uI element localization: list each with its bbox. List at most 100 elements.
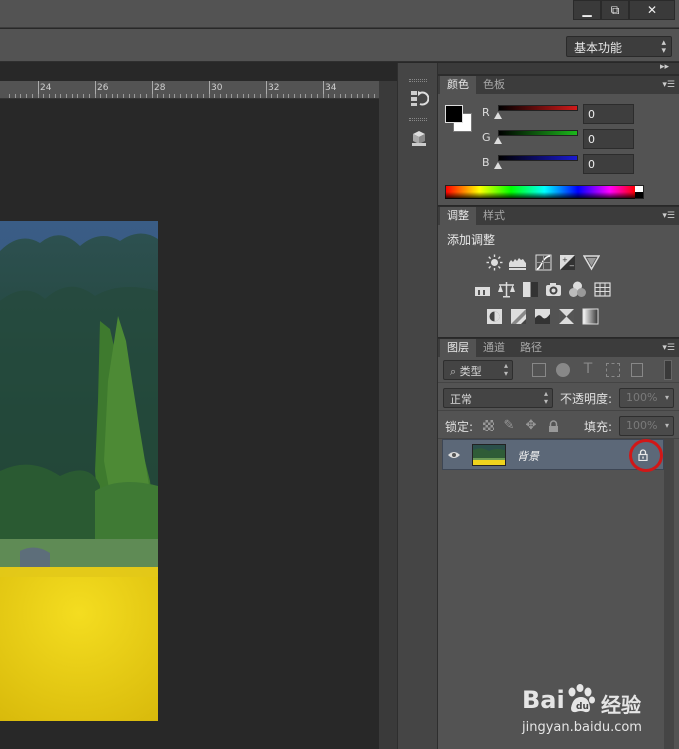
tab-color[interactable]: 颜色 [440, 76, 476, 94]
ruler-minor-tick [351, 94, 352, 98]
svg-text:du: du [576, 702, 589, 712]
lock-all-icon[interactable] [546, 417, 560, 435]
foreground-color-swatch[interactable] [445, 105, 463, 123]
blue-slider-thumb[interactable] [494, 162, 502, 169]
ruler-minor-tick [9, 94, 10, 98]
minimize-button[interactable]: ▁ [573, 0, 601, 20]
restore-button[interactable]: ⧉ [601, 0, 629, 20]
layer-row-background[interactable]: 背景 [442, 439, 664, 472]
ruler-minor-tick [237, 94, 238, 98]
ruler-minor-tick [60, 94, 62, 98]
ruler-minor-tick [305, 94, 307, 98]
blend-mode-select[interactable]: 正常 ▴ ▾ [443, 388, 553, 408]
lock-transparency-icon[interactable] [483, 420, 494, 431]
workspace-select[interactable]: 基本功能 ▴ ▾ [566, 36, 672, 57]
layer-filter-select[interactable]: ⌕ 类型 ▴ ▾ [443, 360, 513, 380]
filter-shape-icon[interactable] [606, 363, 620, 377]
color-balance-icon[interactable] [497, 281, 516, 298]
canvas-scrollbar[interactable] [379, 81, 397, 749]
ruler-minor-tick [105, 94, 107, 98]
ruler-minor-tick [48, 94, 50, 98]
green-slider-thumb[interactable] [494, 137, 502, 144]
ruler-minor-tick [151, 94, 153, 98]
green-value-field[interactable]: 0 [583, 129, 634, 149]
restore-icon: ⧉ [610, 2, 620, 17]
posterize-icon[interactable] [509, 308, 528, 325]
ruler-minor-tick [259, 94, 261, 98]
filter-type-icon[interactable]: T [581, 360, 595, 378]
layer-name[interactable]: 背景 [517, 448, 539, 464]
brightness-contrast-icon[interactable] [485, 254, 504, 271]
gradient-map-icon[interactable] [581, 308, 600, 325]
ruler-minor-tick [288, 94, 290, 98]
fill-field[interactable]: 100% ▾ [619, 416, 674, 436]
canvas-photo[interactable] [0, 221, 158, 721]
collapse-right-icon[interactable]: ▸▸ [660, 62, 669, 72]
ruler-label: 24 [40, 83, 52, 93]
layer-thumbnail [472, 444, 506, 466]
blue-value-field[interactable]: 0 [583, 154, 634, 174]
tab-styles[interactable]: 样式 [476, 207, 512, 225]
layer-filter-row: ⌕ 类型 ▴ ▾ T [438, 357, 679, 383]
history-panel-button[interactable] [405, 86, 432, 110]
invert-icon[interactable] [485, 308, 504, 325]
panel-icon-strip [397, 63, 438, 749]
eye-icon[interactable] [446, 447, 462, 463]
strip-grip[interactable] [409, 118, 427, 121]
chevron-down-icon: ▾ [664, 393, 669, 402]
ruler-minor-tick [242, 94, 244, 98]
vibrance-icon[interactable] [582, 254, 601, 271]
ruler-minor-tick [157, 94, 159, 98]
properties-panel-button[interactable] [405, 126, 432, 150]
tab-adjustments[interactable]: 调整 [440, 207, 476, 225]
ruler-minor-tick [14, 94, 16, 98]
ruler-minor-tick [145, 94, 147, 98]
panel-menu-icon[interactable]: ▾☰ [662, 343, 675, 353]
ruler-minor-tick [311, 94, 313, 98]
panel-collapse-bar[interactable]: ◂◂ ▸▸ [397, 62, 679, 75]
ruler-label: 32 [268, 83, 280, 93]
close-button[interactable]: ✕ [629, 0, 675, 20]
watermark-brand: Bai [522, 686, 565, 714]
filter-adjustment-icon[interactable] [556, 363, 570, 377]
ruler-minor-tick [88, 94, 90, 98]
lock-position-icon[interactable]: ✥ [524, 416, 538, 434]
panel-menu-icon[interactable]: ▾☰ [662, 80, 675, 90]
blend-opacity-row: 正常 ▴ ▾ 不透明度: 100% ▾ [438, 385, 679, 411]
hue-saturation-icon[interactable] [473, 281, 492, 298]
red-value-field[interactable]: 0 [583, 104, 634, 124]
ruler-minor-tick [339, 94, 341, 98]
opacity-field[interactable]: 100% ▾ [619, 388, 674, 408]
tab-channels[interactable]: 通道 [476, 339, 512, 357]
ruler-minor-tick [77, 94, 79, 98]
ruler-minor-tick [225, 94, 227, 98]
filter-pixel-icon[interactable] [532, 363, 546, 377]
selective-color-icon[interactable] [557, 308, 576, 325]
tab-paths[interactable]: 路径 [513, 339, 549, 357]
channel-mixer-icon[interactable] [568, 281, 587, 298]
red-slider[interactable] [498, 105, 578, 111]
levels-icon[interactable] [508, 254, 527, 271]
landscape-image [0, 221, 158, 721]
threshold-icon[interactable] [533, 308, 552, 325]
panel-menu-icon[interactable]: ▾☰ [662, 211, 675, 221]
updown-arrow-icon: ▴ ▾ [661, 38, 666, 56]
green-slider[interactable] [498, 130, 578, 136]
tab-layers[interactable]: 图层 [440, 339, 476, 357]
black-white-icon[interactable] [521, 281, 540, 298]
exposure-icon[interactable]: + − [558, 254, 577, 271]
tab-swatches[interactable]: 色板 [476, 76, 512, 94]
color-lookup-icon[interactable] [593, 281, 612, 298]
blue-slider[interactable] [498, 155, 578, 161]
photo-filter-icon[interactable] [544, 281, 563, 298]
filter-toggle-switch[interactable] [664, 360, 672, 380]
curves-icon[interactable] [534, 254, 553, 271]
filter-smart-object-icon[interactable] [631, 363, 643, 377]
strip-grip[interactable] [409, 79, 427, 82]
red-slider-thumb[interactable] [494, 112, 502, 119]
opacity-value: 100% [626, 391, 658, 404]
ruler-minor-tick [316, 94, 318, 98]
svg-text:−: − [569, 262, 575, 270]
lock-pixels-icon[interactable]: ✎ [502, 416, 516, 434]
spectrum-black-white[interactable] [635, 186, 643, 198]
